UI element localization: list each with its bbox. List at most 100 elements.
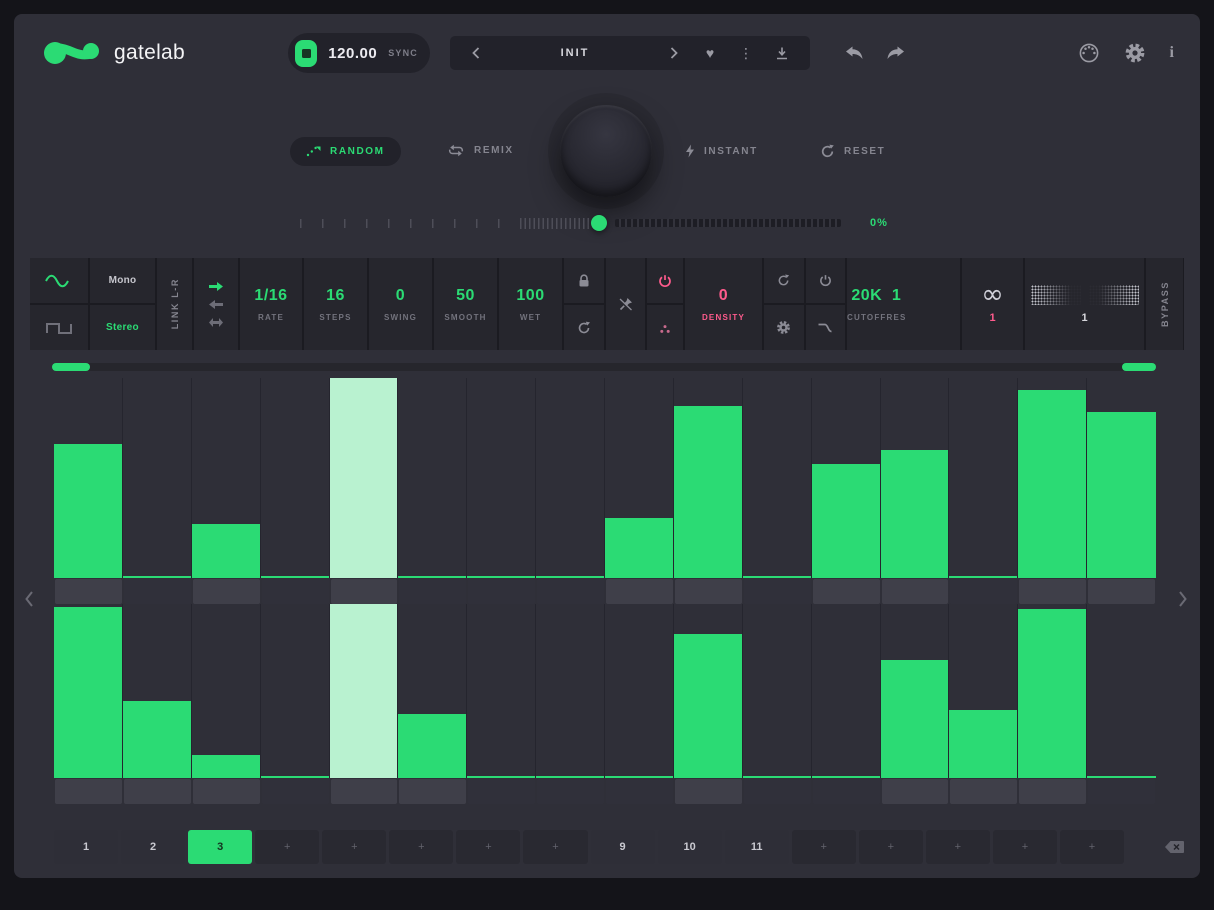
generator-knob[interactable] (560, 105, 652, 197)
seq-step-r2-14[interactable] (949, 604, 1018, 804)
lock-button[interactable] (564, 258, 604, 303)
step-bar-area[interactable] (536, 604, 605, 778)
seq-step-r2-4[interactable] (261, 604, 330, 804)
seq-step-r1-9[interactable] (605, 378, 674, 604)
step-bar-area[interactable] (261, 604, 330, 778)
step-cell[interactable] (262, 579, 329, 604)
step-bar-area[interactable] (605, 378, 674, 578)
info-button[interactable]: i (1170, 44, 1174, 62)
step-bar-area[interactable] (123, 604, 192, 778)
step-cell[interactable] (675, 579, 742, 604)
step-cell[interactable] (1088, 779, 1155, 804)
wet-control[interactable]: 100 WET (499, 258, 562, 350)
step-bar-area[interactable] (330, 378, 399, 578)
step-bar-area[interactable] (1018, 378, 1087, 578)
delete-pattern-button[interactable] (1164, 840, 1185, 854)
undo-button[interactable] (844, 46, 864, 60)
amount-slider-track[interactable] (615, 219, 841, 227)
direction-backward-button[interactable] (208, 299, 224, 310)
step-bar-area[interactable] (743, 604, 812, 778)
seq-step-r1-5[interactable] (330, 378, 399, 604)
preset-name[interactable]: INIT (494, 47, 656, 59)
swing-control[interactable]: 0 SWING (369, 258, 432, 350)
seq-step-r1-2[interactable] (123, 378, 192, 604)
step-bar-area[interactable] (467, 604, 536, 778)
pattern-slot-15[interactable]: + (993, 830, 1057, 864)
pattern-slot-3[interactable]: 3 (188, 830, 252, 864)
step-cell[interactable] (744, 579, 811, 604)
step-cell[interactable] (537, 579, 604, 604)
step-bar-area[interactable] (949, 378, 1018, 578)
sine-wave-button[interactable] (30, 258, 88, 303)
step-cell[interactable] (1019, 779, 1086, 804)
sequence-scrollbar[interactable] (52, 363, 1156, 371)
bpm-display[interactable]: 120.00 (328, 45, 377, 62)
preset-next-button[interactable] (656, 36, 692, 70)
filter-settings-button[interactable] (764, 305, 804, 350)
step-cell[interactable] (124, 779, 191, 804)
seq-step-r2-12[interactable] (812, 604, 881, 804)
seq-step-r2-11[interactable] (743, 604, 812, 804)
step-cell[interactable] (331, 579, 398, 604)
pattern-slot-2[interactable]: 2 (121, 830, 185, 864)
favorite-button[interactable]: ♥ (692, 36, 728, 70)
step-cell[interactable] (537, 779, 604, 804)
seq-step-r1-15[interactable] (1018, 378, 1087, 604)
step-bar-area[interactable] (605, 604, 674, 778)
step-cell[interactable] (813, 779, 880, 804)
direction-forward-button[interactable] (208, 281, 224, 292)
pattern-slot-1[interactable]: 1 (54, 830, 118, 864)
seq-step-r1-16[interactable] (1087, 378, 1156, 604)
step-bar-area[interactable] (812, 604, 881, 778)
step-cell[interactable] (468, 779, 535, 804)
seq-step-r2-5[interactable] (330, 604, 399, 804)
stereo-button[interactable]: Stereo (90, 305, 155, 350)
step-cell[interactable] (1019, 579, 1086, 604)
step-bar-area[interactable] (467, 378, 536, 578)
step-cell[interactable] (124, 579, 191, 604)
step-bar-area[interactable] (192, 604, 261, 778)
step-bar-area[interactable] (54, 604, 123, 778)
step-cell[interactable] (950, 779, 1017, 804)
instant-mode-button[interactable]: INSTANT (685, 144, 758, 158)
filter-slope-button[interactable] (806, 305, 846, 350)
density-power-button[interactable] (647, 258, 683, 303)
seq-step-r2-16[interactable] (1087, 604, 1156, 804)
stop-button[interactable] (295, 40, 317, 67)
direction-pingpong-button[interactable] (208, 317, 224, 328)
pin-toggle[interactable] (606, 258, 645, 350)
step-bar-area[interactable] (1087, 378, 1156, 578)
pattern-slot-9[interactable]: 9 (591, 830, 655, 864)
seq-step-r2-3[interactable] (192, 604, 261, 804)
step-cell[interactable] (882, 779, 949, 804)
step-bar-area[interactable] (330, 604, 399, 778)
pattern-slot-8[interactable]: + (523, 830, 587, 864)
step-bar-area[interactable] (536, 378, 605, 578)
step-bar-area[interactable] (54, 378, 123, 578)
midi-button[interactable] (1078, 42, 1100, 64)
sequence-prev-button[interactable] (24, 590, 34, 608)
pattern-slot-12[interactable]: + (792, 830, 856, 864)
step-cell[interactable] (882, 579, 949, 604)
step-bar-area[interactable] (812, 378, 881, 578)
seq-step-r1-4[interactable] (261, 378, 330, 604)
step-cell[interactable] (55, 779, 122, 804)
step-bar-area[interactable] (261, 378, 330, 578)
pattern-slot-13[interactable]: + (859, 830, 923, 864)
pattern-slot-10[interactable]: 10 (658, 830, 722, 864)
loop-length-control[interactable]: ∞ 1 (962, 258, 1023, 350)
step-bar-area[interactable] (881, 604, 950, 778)
mono-button[interactable]: Mono (90, 258, 155, 303)
step-bar-area[interactable] (192, 378, 261, 578)
seq-step-r1-11[interactable] (743, 378, 812, 604)
step-cell[interactable] (55, 579, 122, 604)
seq-step-r2-1[interactable] (54, 604, 123, 804)
step-cell[interactable] (331, 779, 398, 804)
seq-step-r1-13[interactable] (881, 378, 950, 604)
noise-texture-a-icon[interactable] (1031, 285, 1081, 305)
sync-toggle[interactable]: SYNC (388, 48, 418, 58)
preset-prev-button[interactable] (458, 36, 494, 70)
redo-button[interactable] (886, 46, 906, 60)
step-cell[interactable] (399, 579, 466, 604)
seq-step-r1-8[interactable] (536, 378, 605, 604)
